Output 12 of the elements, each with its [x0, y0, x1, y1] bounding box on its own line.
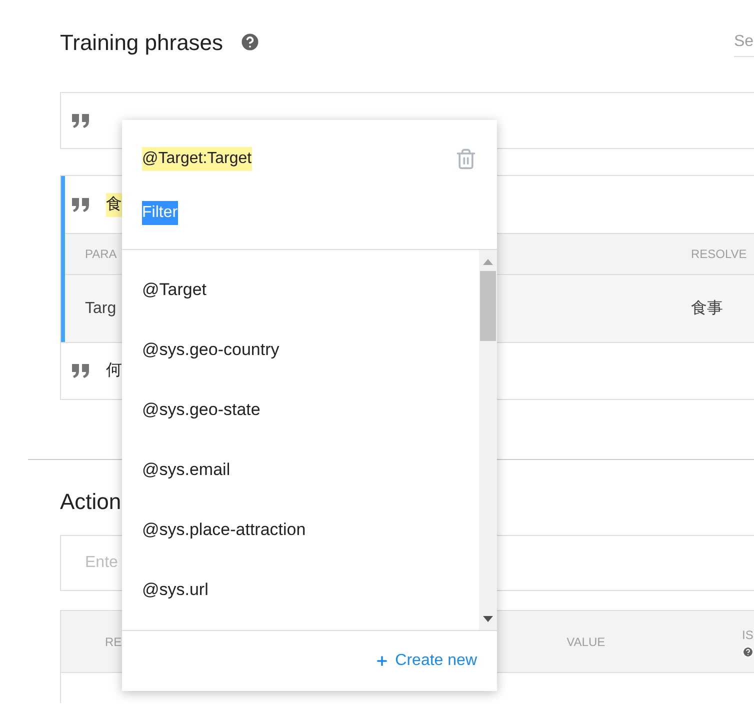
annotation-label: @Target:Target [142, 147, 252, 171]
section-title: Training phrases [60, 28, 224, 57]
column-header: IS [742, 626, 754, 644]
section-title: Action [60, 488, 122, 516]
table-cell-text: 食事 [691, 298, 724, 318]
column-header: VALUE [566, 634, 606, 650]
column-header: RESOLVE [691, 246, 748, 263]
phrase-text: 何 [106, 361, 122, 381]
table-cell-text: Targ [84, 298, 116, 318]
column-header: RE [104, 634, 122, 650]
phrase-text: 食 [106, 192, 122, 216]
column-header: PARA [84, 246, 117, 263]
